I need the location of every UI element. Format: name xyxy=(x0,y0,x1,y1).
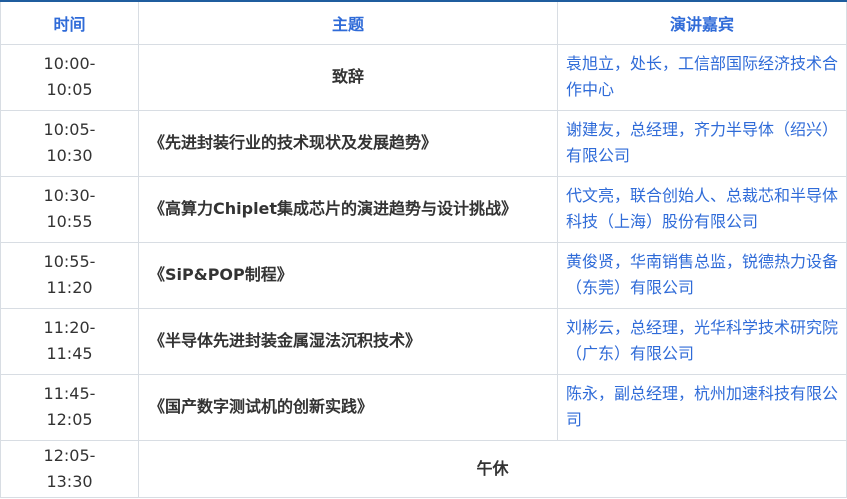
header-row: 时间 主题 演讲嘉宾 xyxy=(0,0,847,45)
row-speaker: 代文亮，联合创始人、总裁芯和半导体科技（上海）股份有限公司 xyxy=(557,175,847,243)
table-row: 10:05- 10:30 《先进封装行业的技术现状及发展趋势》 谢建友，总经理，齐… xyxy=(0,109,847,177)
table-row: 10:00- 10:05 致辞 袁旭立，处长，工信部国际经济技术合作中心 xyxy=(0,43,847,111)
row-speaker: 袁旭立，处长，工信部国际经济技术合作中心 xyxy=(557,43,847,111)
table-row: 12:05- 13:30 午休 xyxy=(0,439,847,498)
row-topic: 《国产数字测试机的创新实践》 xyxy=(138,373,558,441)
row-topic: 致辞 xyxy=(138,43,558,111)
header-speaker: 演讲嘉宾 xyxy=(557,0,847,45)
row-topic: 《高算力Chiplet集成芯片的演进趋势与设计挑战》 xyxy=(138,175,558,243)
row-speaker: 陈永，副总经理，杭州加速科技有限公司 xyxy=(557,373,847,441)
row-speaker: 刘彬云，总经理，光华科学技术研究院（广东）有限公司 xyxy=(557,307,847,375)
row-speaker: 谢建友，总经理，齐力半导体（绍兴）有限公司 xyxy=(557,109,847,177)
row-time: 10:30- 10:55 xyxy=(0,175,139,243)
row-topic: 《SiP&POP制程》 xyxy=(138,241,558,309)
row-time: 10:00- 10:05 xyxy=(0,43,139,111)
table-row: 10:55- 11:20 《SiP&POP制程》 黄俊贤，华南销售总监，锐德热力设… xyxy=(0,241,847,309)
table-row: 10:30- 10:55 《高算力Chiplet集成芯片的演进趋势与设计挑战》 代… xyxy=(0,175,847,243)
header-time: 时间 xyxy=(0,0,139,45)
row-speaker: 黄俊贤，华南销售总监，锐德热力设备（东莞）有限公司 xyxy=(557,241,847,309)
row-topic: 《先进封装行业的技术现状及发展趋势》 xyxy=(138,109,558,177)
agenda-body: 10:00- 10:05 致辞 袁旭立，处长，工信部国际经济技术合作中心 10:0… xyxy=(0,43,847,498)
agenda-header: 时间 主题 演讲嘉宾 xyxy=(0,0,847,45)
row-break-label: 午休 xyxy=(138,439,847,498)
agenda-table: 时间 主题 演讲嘉宾 10:00- 10:05 致辞 袁旭立，处长，工信部国际经济… xyxy=(0,0,847,498)
table-row: 11:45- 12:05 《国产数字测试机的创新实践》 陈永，副总经理，杭州加速科… xyxy=(0,373,847,441)
row-time: 10:05- 10:30 xyxy=(0,109,139,177)
row-time: 10:55- 11:20 xyxy=(0,241,139,309)
row-time: 12:05- 13:30 xyxy=(0,439,139,498)
row-time: 11:20- 11:45 xyxy=(0,307,139,375)
table-row: 11:20- 11:45 《半导体先进封装金属湿法沉积技术》 刘彬云，总经理，光华… xyxy=(0,307,847,375)
row-topic: 《半导体先进封装金属湿法沉积技术》 xyxy=(138,307,558,375)
row-time: 11:45- 12:05 xyxy=(0,373,139,441)
header-topic: 主题 xyxy=(138,0,558,45)
